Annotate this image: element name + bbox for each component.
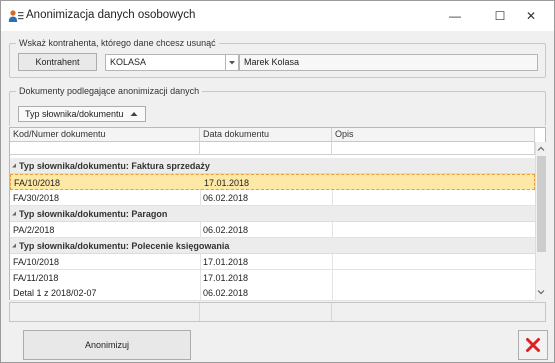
cell-description [332, 222, 335, 238]
documents-grid: Kod/Numer dokumentu Data dokumentu Opis … [9, 127, 546, 301]
cell-date: 06.02.2018 [203, 288, 249, 298]
scroll-down-icon[interactable] [536, 287, 546, 297]
group-label: Typ słownika/dokumentu: Paragon [19, 209, 168, 219]
cell-description [332, 254, 335, 270]
cell-date: 17.01.2018 [203, 257, 249, 267]
summary-cell-date [200, 303, 332, 321]
contractor-button[interactable]: Kontrahent [18, 53, 97, 71]
table-row[interactable]: FA/10/2018 17.01.2018 [10, 254, 535, 270]
grouping-chip[interactable]: Typ słownika/dokumentu [18, 106, 146, 122]
column-header-code[interactable]: Kod/Numer dokumentu [10, 128, 200, 142]
filter-description[interactable] [332, 142, 535, 155]
cell-description [332, 190, 335, 206]
contractor-group: Wskaż kontrahenta, którego dane chcesz u… [9, 38, 546, 78]
grouping-chip-label: Typ słownika/dokumentu [25, 109, 124, 119]
group-label: Typ słownika/dokumentu: Polecenie księgo… [19, 241, 230, 251]
title-bar: Anonimizacja danych osobowych — ☐ ✕ [1, 1, 554, 31]
cell-description [333, 175, 336, 191]
cell-description [332, 285, 335, 301]
cell-description [332, 270, 335, 286]
contractor-group-title: Wskaż kontrahenta, którego dane chcesz u… [16, 38, 219, 48]
contractor-code-field[interactable]: KOLASA [105, 54, 226, 71]
collapse-icon [12, 163, 16, 168]
scrollbar-thumb[interactable] [537, 156, 546, 252]
cell-code: FA/11/2018 [13, 273, 59, 283]
close-icon [526, 338, 540, 352]
grid-header: Kod/Numer dokumentu Data dokumentu Opis [10, 128, 535, 142]
cell-code: FA/30/2018 [13, 193, 60, 203]
filter-code[interactable] [10, 142, 200, 155]
filter-date[interactable] [200, 142, 332, 155]
group-label: Typ słownika/dokumentu: Faktura sprzedaż… [19, 161, 210, 171]
cell-date: 06.02.2018 [203, 225, 249, 235]
table-row[interactable]: FA/10/2018 17.01.2018 [10, 174, 535, 190]
cell-date: 17.01.2018 [204, 178, 250, 188]
minimize-button[interactable]: — [432, 1, 478, 31]
contractor-dropdown[interactable] [225, 54, 239, 71]
cell-code: FA/10/2018 [14, 178, 61, 188]
collapse-icon [12, 243, 16, 248]
cell-code: FA/10/2018 [13, 257, 60, 267]
close-window-button[interactable]: ✕ [508, 1, 554, 31]
summary-cell-code [10, 303, 200, 321]
users-icon [8, 10, 24, 22]
cell-code: PA/2/2018 [13, 225, 55, 235]
window-title: Anonimizacja danych osobowych [26, 9, 196, 21]
vertical-scrollbar[interactable] [535, 142, 546, 300]
documents-group-title: Dokumenty podlegające anonimizacji danyc… [16, 86, 203, 96]
column-header-description[interactable]: Opis [332, 128, 535, 142]
dialog-window: Anonimizacja danych osobowych — ☐ ✕ Wska… [0, 0, 555, 363]
group-row[interactable]: Typ słownika/dokumentu: Faktura sprzedaż… [10, 158, 535, 174]
table-row[interactable]: PA/2/2018 06.02.2018 [10, 222, 535, 238]
column-header-date[interactable]: Data dokumentu [200, 128, 332, 142]
cell-date: 17.01.2018 [203, 273, 249, 283]
sort-up-icon [130, 112, 138, 116]
scroll-up-icon[interactable] [536, 144, 546, 154]
table-row[interactable]: FA/30/2018 06.02.2018 [10, 190, 535, 206]
collapse-icon [12, 211, 16, 216]
contractor-name-field: Marek Kolasa [239, 54, 538, 71]
table-row[interactable]: Detal 1 z 2018/02-07 06.02.2018 [10, 285, 535, 301]
anonymize-button[interactable]: Anonimizuj [23, 330, 191, 360]
group-row[interactable]: Typ słownika/dokumentu: Paragon [10, 206, 535, 222]
cell-date: 06.02.2018 [203, 193, 249, 203]
documents-group: Dokumenty podlegające anonimizacji danyc… [9, 86, 546, 126]
cancel-button[interactable] [518, 330, 548, 360]
grid-summary-row [9, 302, 546, 322]
cell-code: Detal 1 z 2018/02-07 [13, 288, 97, 298]
group-row[interactable]: Typ słownika/dokumentu: Polecenie księgo… [10, 238, 535, 254]
filter-row [10, 142, 535, 155]
table-row[interactable]: FA/11/2018 17.01.2018 [10, 270, 535, 286]
chevron-down-icon [229, 61, 235, 65]
